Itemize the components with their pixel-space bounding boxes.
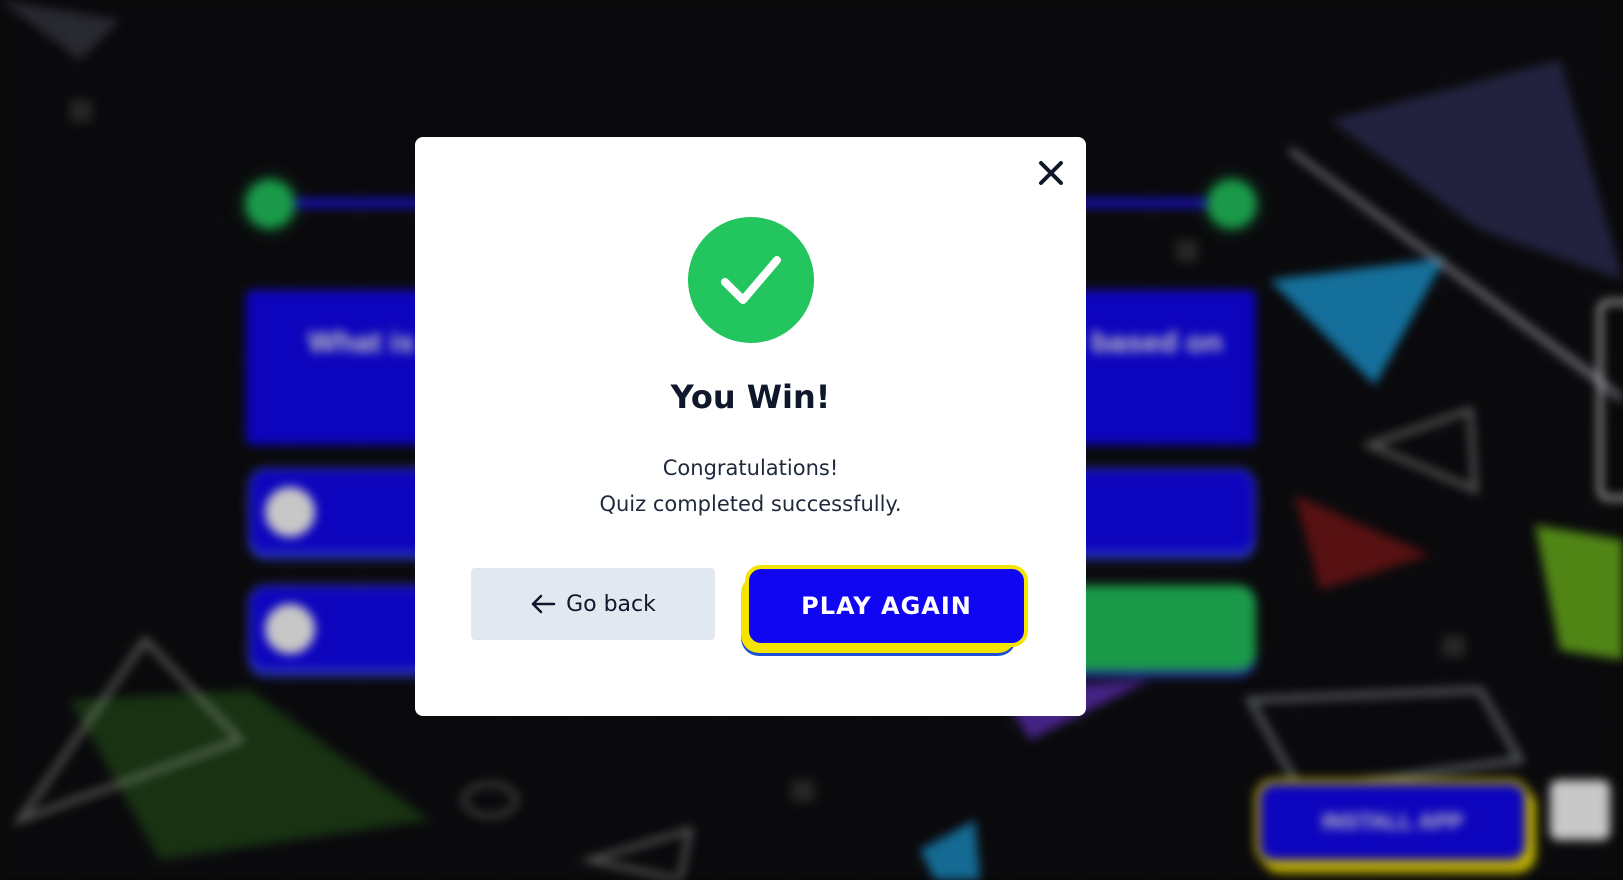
go-back-label: Go back <box>566 591 656 617</box>
close-icon <box>1039 161 1063 185</box>
play-again-wrapper: PLAY AGAIN <box>741 565 1028 655</box>
dialog-title: You Win! <box>670 378 831 416</box>
arrow-left-icon <box>531 594 556 614</box>
check-icon <box>721 256 781 304</box>
success-badge <box>688 217 814 343</box>
dialog-message: Congratulations! Quiz completed successf… <box>415 450 1086 522</box>
win-dialog: You Win! Congratulations! Quiz completed… <box>415 137 1086 716</box>
message-line-1: Congratulations! <box>662 456 839 480</box>
go-back-button[interactable]: Go back <box>471 568 715 640</box>
close-button[interactable] <box>1033 155 1069 191</box>
message-line-2: Quiz completed successfully. <box>599 492 902 516</box>
play-again-label: PLAY AGAIN <box>801 592 972 620</box>
play-again-button[interactable]: PLAY AGAIN <box>745 565 1028 647</box>
